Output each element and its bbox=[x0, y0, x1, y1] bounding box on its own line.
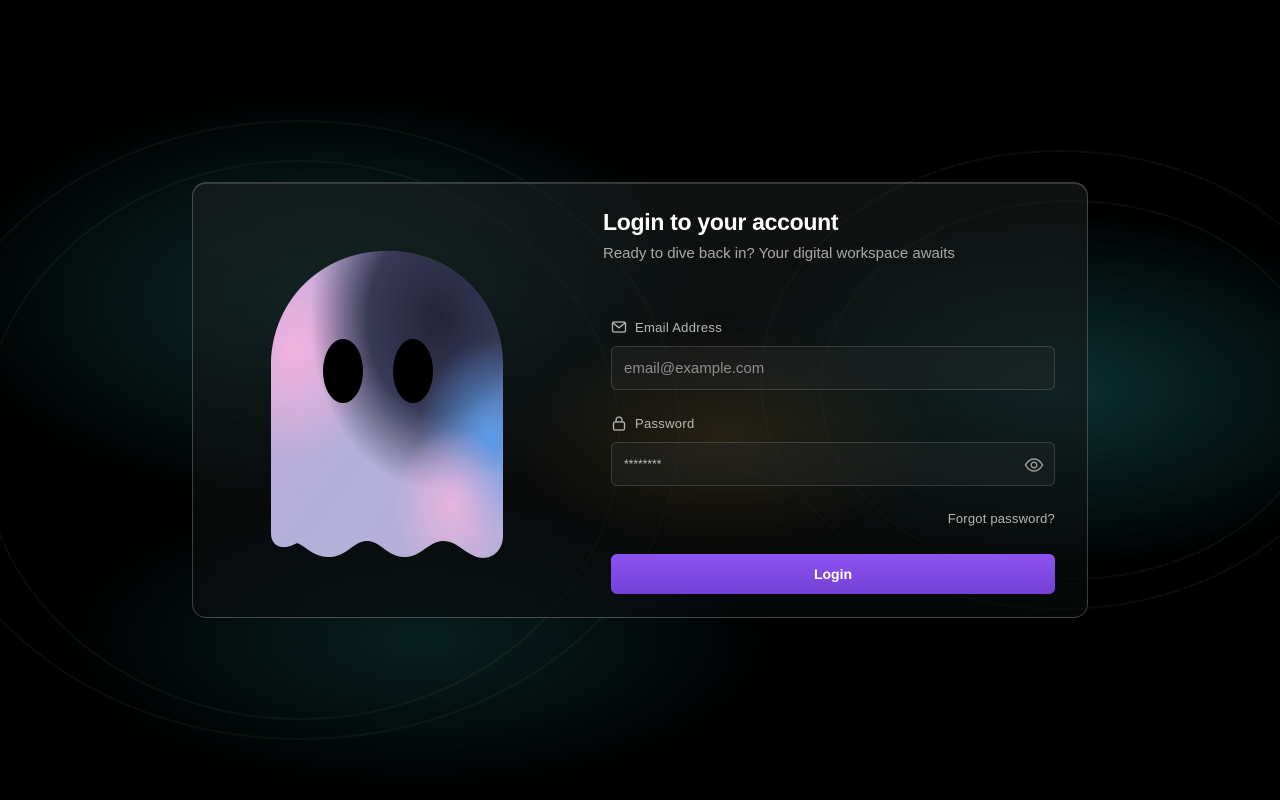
login-form: Login to your account Ready to dive back… bbox=[603, 209, 1063, 594]
email-placeholder: email@example.com bbox=[624, 359, 765, 377]
email-label-text: Email Address bbox=[635, 319, 722, 335]
email-field[interactable]: email@example.com bbox=[611, 346, 1055, 390]
password-field[interactable]: ******** bbox=[611, 442, 1055, 486]
mail-icon bbox=[611, 319, 627, 335]
password-label-text: Password bbox=[635, 415, 695, 431]
ghost-left-eye bbox=[323, 339, 363, 403]
forgot-password-link[interactable]: Forgot password? bbox=[948, 511, 1055, 526]
login-button[interactable]: Login bbox=[611, 554, 1055, 594]
email-label: Email Address bbox=[611, 319, 722, 335]
ghost-right-eye bbox=[393, 339, 433, 403]
password-value: ******** bbox=[624, 457, 662, 471]
lock-icon bbox=[611, 415, 627, 431]
login-card: Login to your account Ready to dive back… bbox=[192, 182, 1088, 618]
ghost-illustration bbox=[271, 251, 503, 561]
eye-icon[interactable] bbox=[1024, 455, 1044, 475]
password-label: Password bbox=[611, 415, 694, 431]
page-title: Login to your account bbox=[603, 209, 839, 235]
page-subtitle: Ready to dive back in? Your digital work… bbox=[603, 245, 955, 262]
